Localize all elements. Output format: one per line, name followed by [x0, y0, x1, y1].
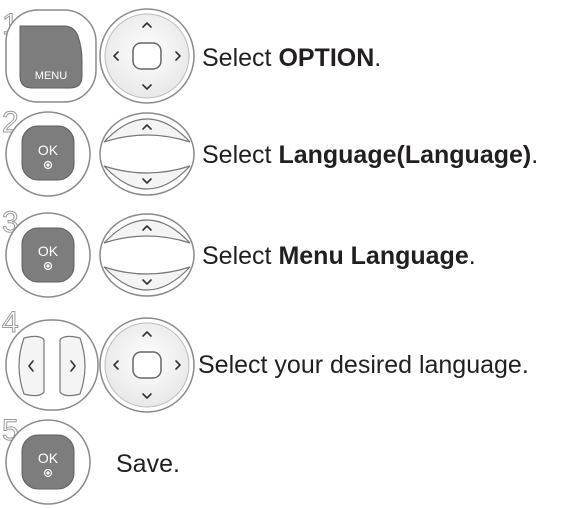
- step-2-instruction: Select Language(Language).: [202, 141, 539, 169]
- ok-button-label: OK: [38, 142, 59, 158]
- ok-button-icon-2: OK: [5, 212, 91, 298]
- step-5-instruction: Save.: [116, 450, 180, 478]
- step-4-instruction: Select your desired language.: [198, 351, 529, 379]
- ok-button-label-2: OK: [38, 243, 59, 259]
- step-1-instruction: Select OPTION.: [202, 44, 382, 72]
- ok-button-label-3: OK: [38, 450, 59, 466]
- navigation-pad-icon-2: [99, 317, 195, 413]
- up-down-rocker-icon-2: [99, 213, 195, 297]
- left-right-buttons-icon: [5, 319, 99, 411]
- step-3-instruction: Select Menu Language.: [202, 242, 476, 270]
- navigation-pad-icon: [99, 8, 195, 104]
- menu-button-label: MENU: [35, 70, 67, 82]
- up-down-rocker-icon: [99, 112, 195, 196]
- menu-button-icon: MENU: [5, 9, 97, 103]
- ok-button-icon: OK: [5, 111, 91, 197]
- ok-button-icon-3: OK: [5, 419, 91, 505]
- step-4-number: 4: [2, 306, 19, 339]
